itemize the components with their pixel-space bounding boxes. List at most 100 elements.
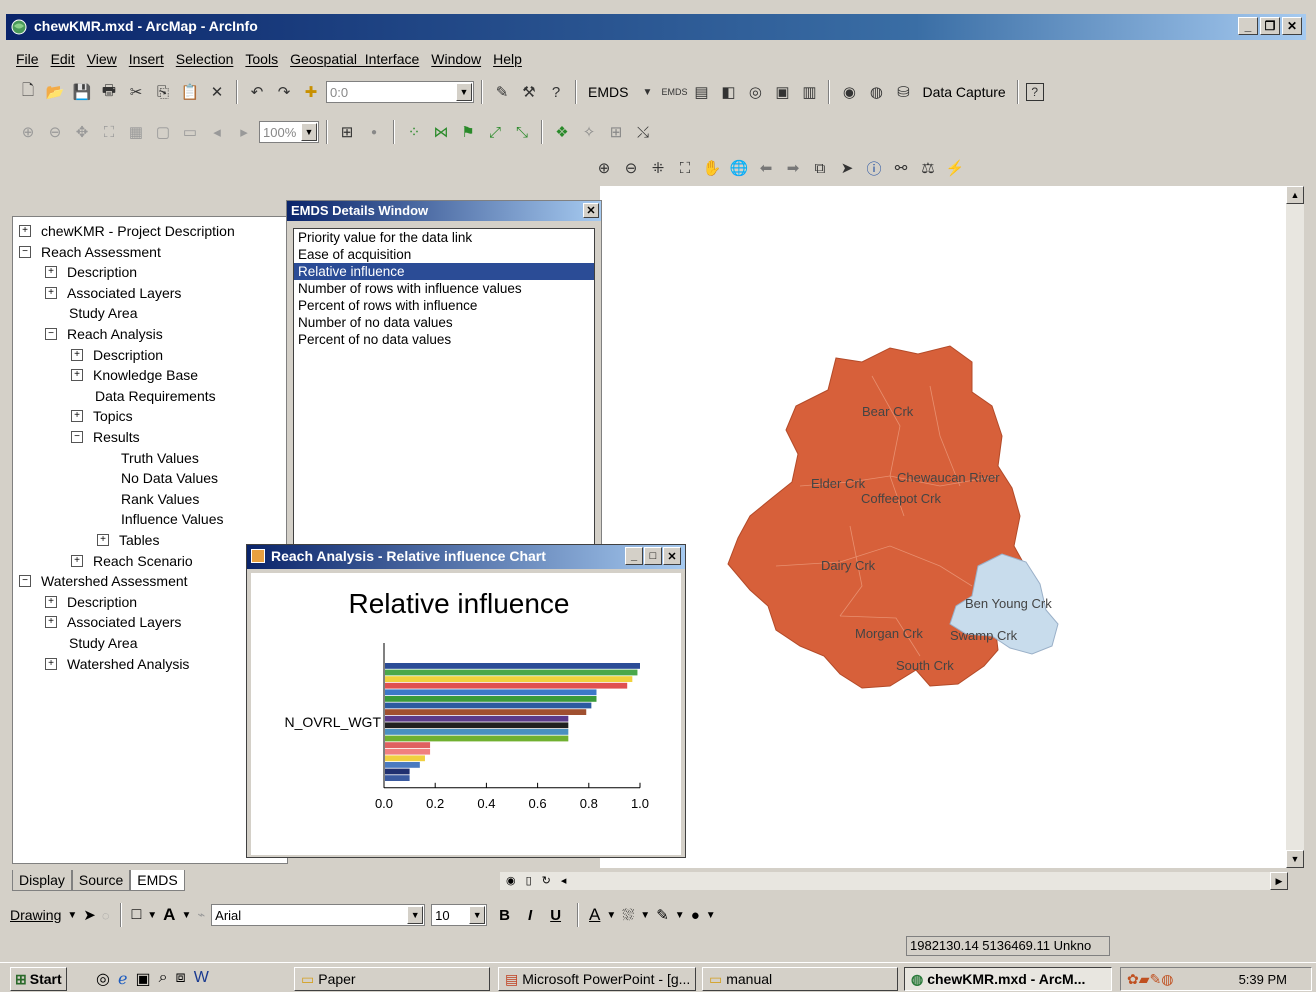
fixed-zoom-out-icon[interactable]: ⛶ bbox=[673, 156, 697, 180]
taskbar-item-powerpoint[interactable]: ▤ Microsoft PowerPoint - [g... bbox=[498, 967, 696, 991]
expand-plus-icon[interactable]: + bbox=[45, 657, 57, 670]
arctoolbox-icon[interactable]: ⚒ bbox=[517, 80, 541, 104]
fixed-zoom-icon[interactable]: ▭ bbox=[178, 120, 202, 144]
expand-plus-icon[interactable]: + bbox=[71, 369, 83, 382]
trace-icon[interactable]: ⤡ bbox=[510, 120, 534, 144]
undo-icon[interactable]: ↶ bbox=[245, 80, 269, 104]
barrier-icon[interactable]: ⤢ bbox=[483, 120, 507, 144]
map-view[interactable]: Bear Crk Elder Crk Chewaucan River Coffe… bbox=[600, 186, 1286, 868]
network-icon[interactable]: ⋈ bbox=[429, 120, 453, 144]
chart-window-title-bar[interactable]: Reach Analysis - Relative influence Char… bbox=[247, 545, 685, 569]
toc-item[interactable]: + Description bbox=[45, 592, 137, 612]
toc-item[interactable]: Data Requirements bbox=[95, 386, 216, 406]
collapse-minus-icon[interactable]: − bbox=[19, 245, 31, 258]
chevron-down-icon[interactable]: ▼ bbox=[469, 906, 486, 924]
print-icon[interactable]: 🖶 bbox=[97, 80, 121, 104]
scroll-left-icon[interactable]: ◂ bbox=[561, 874, 567, 887]
back-extent-icon[interactable]: ◂ bbox=[205, 120, 229, 144]
menu-help[interactable]: Help bbox=[487, 51, 528, 67]
paste-icon[interactable]: 📋 bbox=[178, 80, 202, 104]
list-item[interactable]: Ease of acquisition bbox=[294, 246, 594, 263]
list-item[interactable]: Percent of no data values bbox=[294, 331, 594, 348]
collapse-minus-icon[interactable]: − bbox=[19, 575, 31, 588]
toc-item[interactable]: Study Area bbox=[69, 303, 138, 323]
toc-item[interactable]: No Data Values bbox=[121, 468, 218, 488]
emds-logo-icon[interactable]: EMDS bbox=[661, 80, 687, 104]
tab-source[interactable]: Source bbox=[71, 870, 131, 891]
save-icon[interactable]: 💾 bbox=[70, 80, 94, 104]
toc-item[interactable]: − Reach Analysis bbox=[45, 324, 163, 344]
eye-icon[interactable]: ◉ bbox=[837, 80, 861, 104]
select-features-icon[interactable]: ⁘ bbox=[402, 120, 426, 144]
forward-arrow-icon[interactable]: ➡ bbox=[781, 156, 805, 180]
toc-item[interactable]: Truth Values bbox=[121, 448, 199, 468]
chevron-down-icon[interactable]: ▼ bbox=[147, 910, 157, 921]
zoom-out-page-icon[interactable]: ⊖ bbox=[43, 120, 67, 144]
toc-item[interactable]: + chewKMR - Project Description bbox=[19, 221, 235, 241]
minimize-button[interactable]: _ bbox=[1238, 17, 1258, 35]
table-icon[interactable]: ▤ bbox=[689, 80, 713, 104]
edit-layers-icon[interactable]: ❖ bbox=[550, 120, 574, 144]
whats-this-help-icon[interactable]: ? bbox=[544, 80, 568, 104]
chevron-down-icon[interactable]: ▼ bbox=[407, 906, 424, 924]
forward-extent-icon[interactable]: ▸ bbox=[232, 120, 256, 144]
toc-item[interactable]: + Knowledge Base bbox=[71, 365, 198, 385]
toc-item[interactable]: − Watershed Assessment bbox=[19, 571, 188, 591]
underline-button[interactable]: U bbox=[544, 907, 567, 924]
toc-item[interactable]: + Associated Layers bbox=[45, 283, 181, 303]
data-capture-button[interactable]: Data Capture bbox=[918, 84, 1009, 100]
back-arrow-icon[interactable]: ⬅ bbox=[754, 156, 778, 180]
close-icon[interactable]: ✕ bbox=[583, 203, 599, 218]
text-tool-icon[interactable]: A bbox=[163, 905, 175, 925]
select-elements-arrow-icon[interactable]: ➤ bbox=[835, 156, 859, 180]
kb-icon[interactable]: ◎ bbox=[743, 80, 767, 104]
find-binoculars-icon[interactable]: ⚯ bbox=[889, 156, 913, 180]
zoom-percent-combo[interactable]: 100% ▼ bbox=[259, 121, 319, 143]
collapse-minus-icon[interactable]: − bbox=[45, 328, 57, 340]
measure-icon[interactable]: ⚖ bbox=[916, 156, 940, 180]
map-scale-combo[interactable]: 0:0 ▼ bbox=[326, 81, 474, 103]
chevron-down-icon[interactable]: ▼ bbox=[606, 910, 616, 921]
database-icon[interactable]: ⛁ bbox=[891, 80, 915, 104]
map-vertical-scrollbar[interactable]: ▲ ▼ bbox=[1286, 186, 1304, 868]
menu-view[interactable]: View bbox=[81, 51, 123, 67]
expand-plus-icon[interactable]: + bbox=[71, 554, 83, 567]
title-bar[interactable]: chewKMR.mxd - ArcMap - ArcInfo _ ❐ ✕ bbox=[6, 14, 1306, 40]
font-name-combo[interactable]: Arial ▼ bbox=[211, 904, 426, 926]
chevron-down-icon[interactable]: ▼ bbox=[67, 910, 77, 921]
taskbar-item-paper[interactable]: ▭ Paper bbox=[294, 967, 490, 991]
toc-item[interactable]: Study Area bbox=[69, 633, 138, 653]
relative-influence-chart-window[interactable]: Reach Analysis - Relative influence Char… bbox=[246, 544, 686, 858]
word-icon[interactable]: W bbox=[194, 969, 209, 989]
scroll-up-icon[interactable]: ▲ bbox=[1286, 186, 1304, 204]
close-button[interactable]: ✕ bbox=[1282, 17, 1302, 35]
desktop-icon[interactable]: ▣ bbox=[135, 969, 150, 989]
expand-plus-icon[interactable]: + bbox=[97, 534, 109, 546]
chevron-down-icon[interactable]: ▼ bbox=[675, 910, 685, 921]
minimize-button[interactable]: _ bbox=[625, 547, 643, 565]
toc-item[interactable]: + Reach Scenario bbox=[71, 551, 193, 571]
new-document-icon[interactable]: 🗋 bbox=[16, 80, 40, 104]
network-icon[interactable]: ⧈ bbox=[176, 969, 186, 989]
hyperlink-icon[interactable]: ⚡ bbox=[943, 156, 967, 180]
internet-explorer-icon[interactable]: ℯ bbox=[118, 969, 127, 989]
vertex-icon[interactable]: ✧ bbox=[577, 120, 601, 144]
zoom-out-icon[interactable]: ⊖ bbox=[619, 156, 643, 180]
list-item-selected[interactable]: Relative influence bbox=[294, 263, 594, 280]
tab-display[interactable]: Display bbox=[12, 870, 72, 891]
menu-file[interactable]: File bbox=[10, 51, 45, 67]
expand-plus-icon[interactable]: + bbox=[45, 286, 57, 299]
open-folder-icon[interactable]: 📂 bbox=[43, 80, 67, 104]
close-button[interactable]: ✕ bbox=[663, 547, 681, 565]
full-extent-globe-icon[interactable]: 🌐 bbox=[727, 156, 751, 180]
expand-plus-icon[interactable]: + bbox=[71, 410, 83, 423]
emds-details-window[interactable]: EMDS Details Window ✕ Priority value for… bbox=[286, 200, 602, 548]
editor-icon[interactable]: ✎ bbox=[490, 80, 514, 104]
font-size-combo[interactable]: 10 ▼ bbox=[431, 904, 488, 926]
zoom-in-page-icon[interactable]: ⊕ bbox=[16, 120, 40, 144]
connect-icon[interactable]: ⤯ bbox=[631, 120, 655, 144]
chevron-down-icon[interactable]: ▼ bbox=[706, 910, 716, 921]
expand-plus-icon[interactable]: + bbox=[19, 225, 31, 237]
taskbar-item-arcmap[interactable]: ◍ chewKMR.mxd - ArcM... bbox=[904, 967, 1112, 991]
toc-item[interactable]: − Results bbox=[71, 427, 140, 447]
